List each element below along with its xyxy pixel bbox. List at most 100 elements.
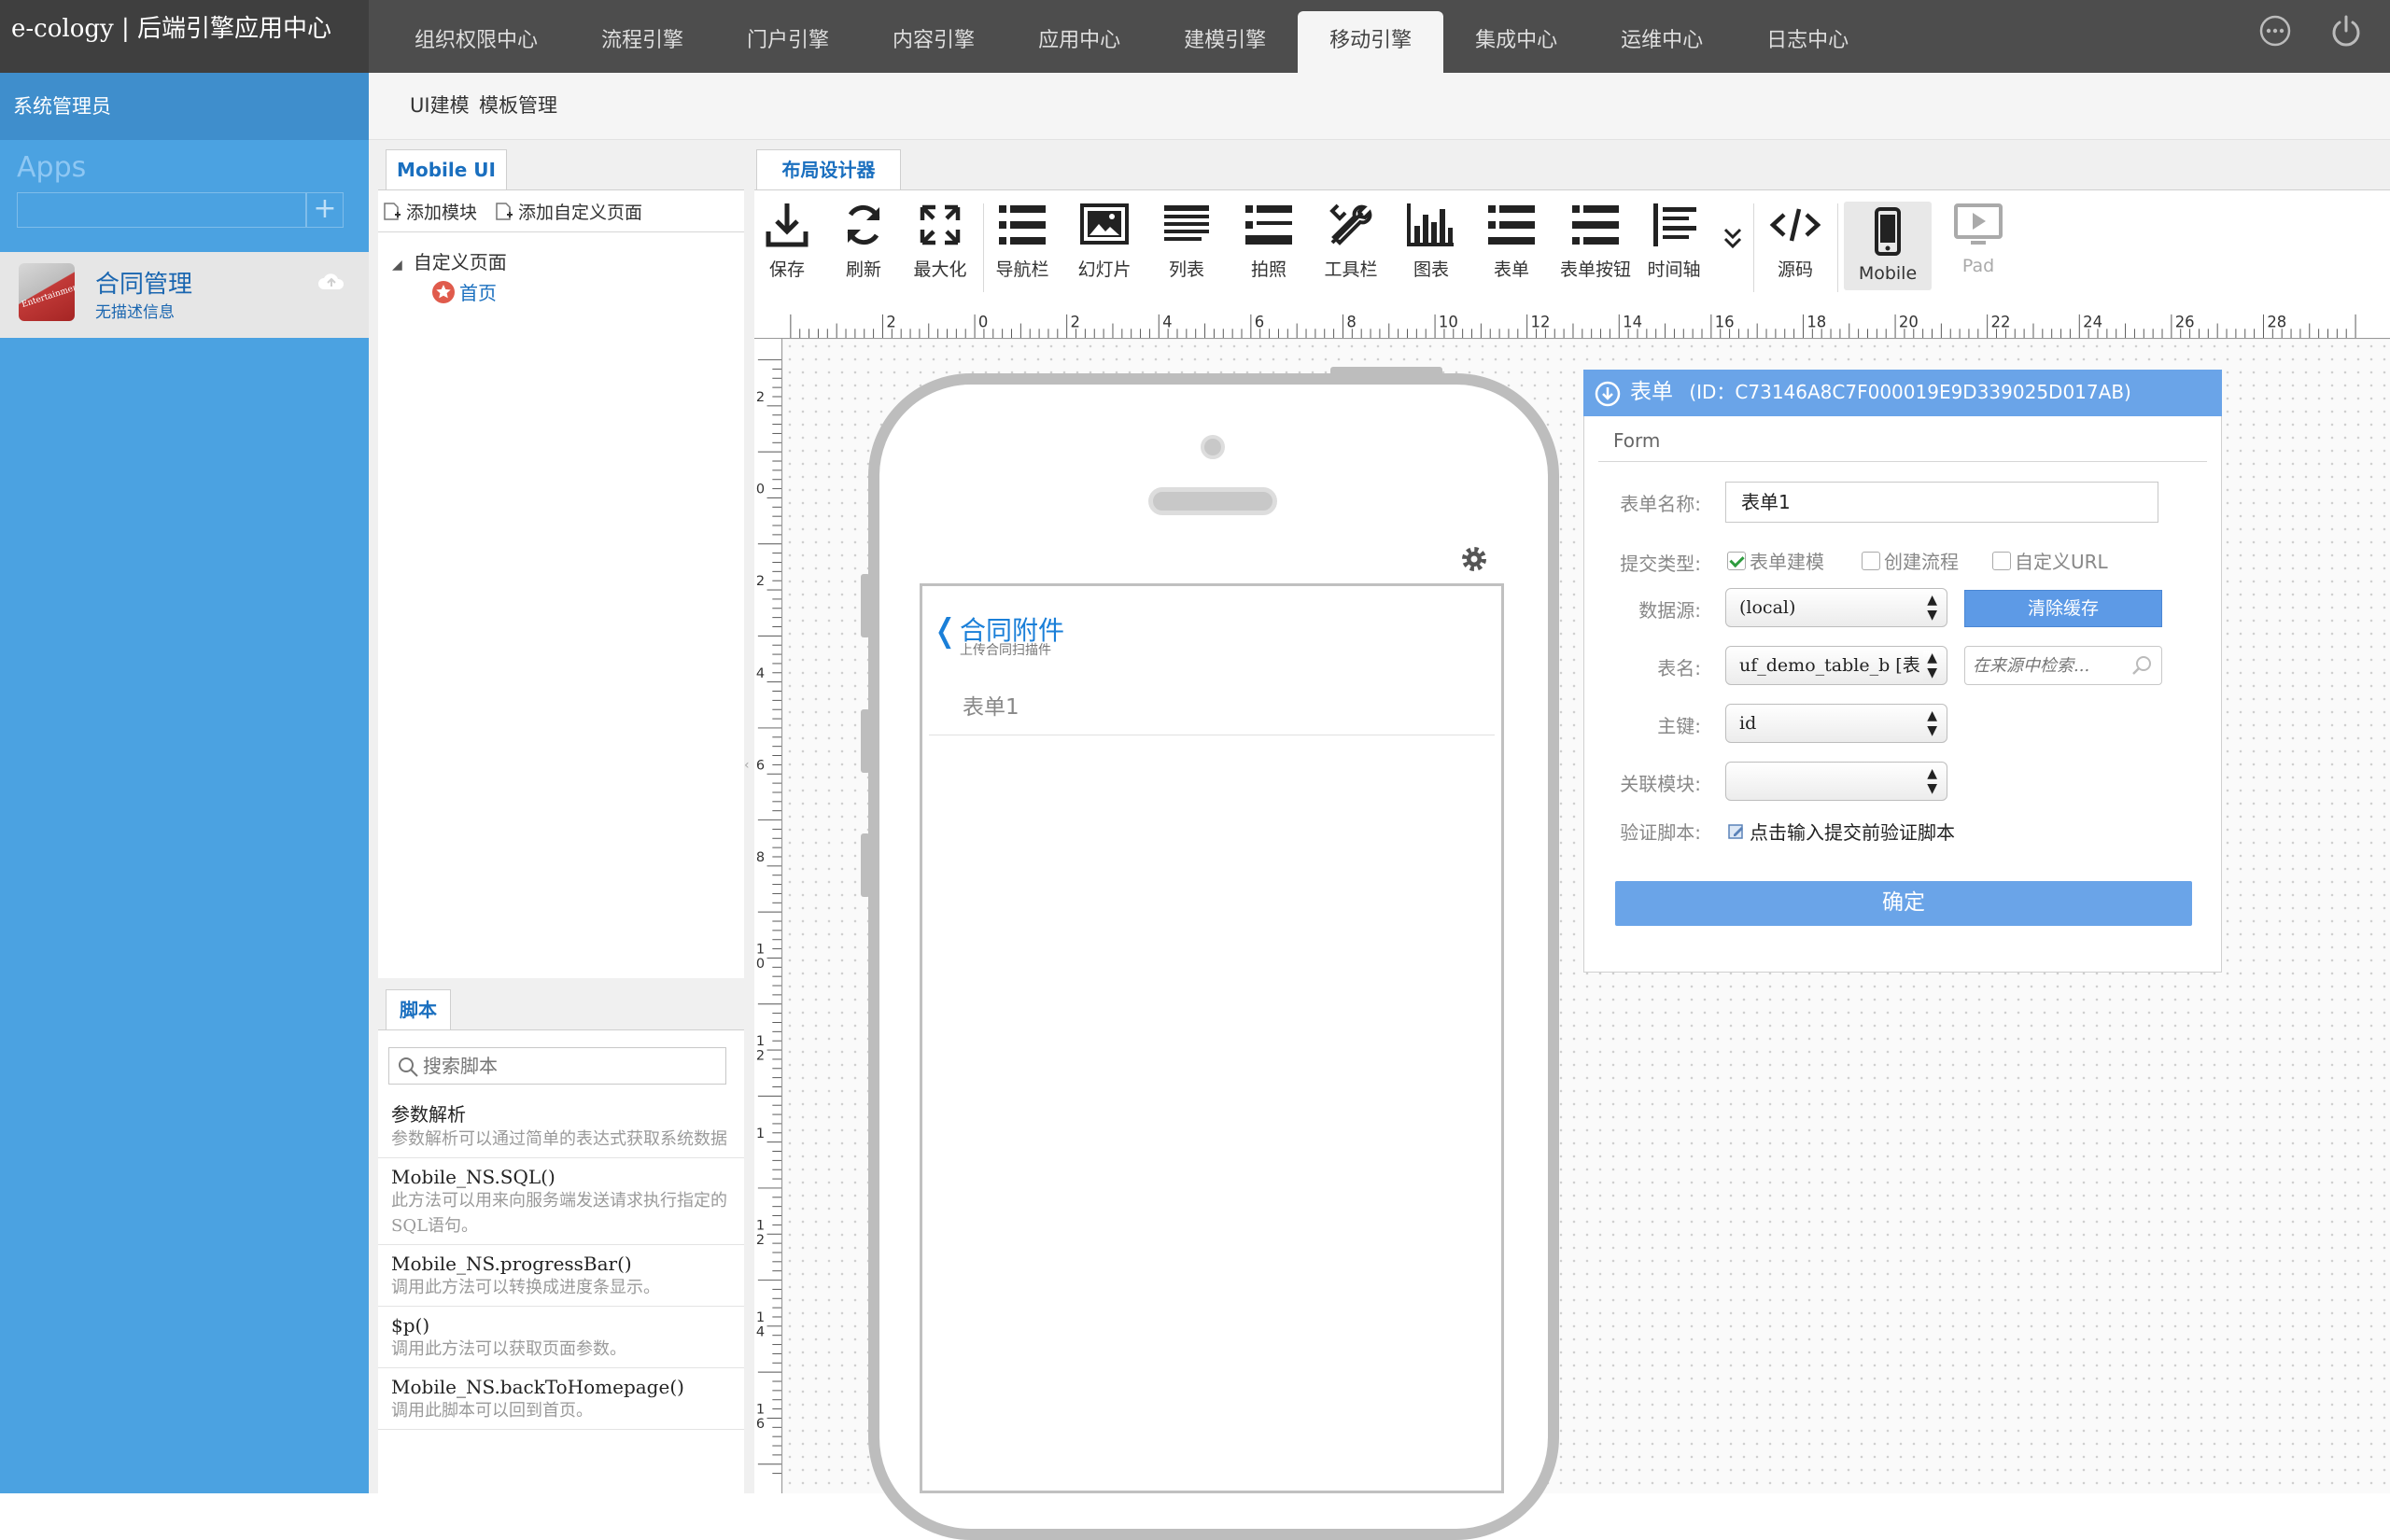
ruler-label: 12	[1531, 313, 1551, 330]
script-item[interactable]: Mobile_NS.backToHomepage() 调用此脚本可以回到首页。	[378, 1368, 744, 1430]
tool-label: 表单	[1493, 259, 1529, 280]
pad-view-button[interactable]: Pad	[1946, 200, 2011, 276]
form-component[interactable]: 表单	[1479, 200, 1544, 281]
list-component[interactable]: 列表	[1154, 200, 1219, 281]
select-arrow-icon: ▲ ▼	[1927, 766, 1937, 796]
add-module-button[interactable]: 添加模块	[382, 199, 477, 224]
toolbar-component[interactable]: 工具栏	[1318, 200, 1384, 281]
submit-type-form-modeling[interactable]: 表单建模	[1727, 547, 1824, 574]
tool-label: 保存	[768, 259, 805, 280]
clear-cache-button[interactable]: 清除缓存	[1964, 590, 2162, 627]
nav-tab-modeling[interactable]: 建模引擎	[1152, 11, 1298, 73]
nav-tab-ops[interactable]: 运维中心	[1589, 11, 1735, 73]
phone-side-button	[861, 574, 870, 637]
primary-key-select[interactable]: id ▲ ▼	[1725, 704, 1947, 743]
table-name-select[interactable]: uf_demo_table_b [表 ▲ ▼	[1725, 646, 1947, 685]
search-icon[interactable]	[2131, 654, 2154, 677]
back-icon[interactable]: ❬	[932, 612, 959, 650]
ruler-label: 2	[756, 574, 765, 589]
photo-component[interactable]: 拍照	[1236, 200, 1301, 281]
verify-script-label: 验证脚本:	[1620, 821, 1701, 844]
script-description: 调用此方法可以获取页面参数。	[391, 1339, 626, 1359]
confirm-button[interactable]: 确定	[1615, 881, 2192, 926]
nav-tab-log[interactable]: 日志中心	[1735, 11, 1880, 73]
download-icon	[766, 203, 808, 247]
script-item[interactable]: Mobile_NS.SQL() 此方法可以用来向服务端发送请求执行指定的SQL语句…	[378, 1158, 744, 1245]
nav-tab-workflow[interactable]: 流程引擎	[569, 11, 715, 73]
app-name: 合同管理	[95, 271, 193, 299]
save-button[interactable]: 保存	[754, 200, 820, 281]
collapse-handle-icon[interactable]: ‹	[744, 758, 752, 775]
script-item[interactable]: 参数解析 参数解析可以通过简单的表达式获取系统数据	[378, 1092, 744, 1158]
ruler-label: 6	[756, 758, 765, 773]
collapse-down-icon[interactable]	[1595, 381, 1621, 407]
select-arrow-icon: ▲ ▼	[1927, 708, 1937, 738]
select-value: (local)	[1739, 597, 1796, 618]
refresh-button[interactable]: 刷新	[831, 200, 896, 281]
ruler-label: 2	[1071, 313, 1080, 330]
tree-node-home[interactable]: 首页	[431, 278, 497, 305]
phone-camera	[1201, 435, 1225, 459]
screen-form-block[interactable]: 表单1	[929, 681, 1495, 735]
properties-header[interactable]: 表单 (ID：C73146A8C7F000019E9D339025D017AB)	[1583, 370, 2222, 416]
tab-mobile-ui[interactable]: Mobile UI	[386, 149, 507, 190]
checkbox[interactable]	[1862, 551, 1880, 570]
mobile-icon	[1875, 207, 1901, 256]
verify-script-link[interactable]: 点击输入提交前验证脚本	[1727, 818, 1955, 845]
more-icon[interactable]	[2257, 13, 2293, 49]
navbar-icon	[999, 205, 1046, 245]
form-button-component[interactable]: 表单按钮	[1554, 200, 1638, 281]
tree-expand-icon[interactable]: ◢	[392, 258, 402, 273]
more-components-button[interactable]	[1714, 224, 1751, 258]
mobile-view-button[interactable]: Mobile	[1844, 202, 1932, 290]
toolbar-separator	[1837, 203, 1838, 292]
nav-tab-mobile[interactable]: 移动引擎	[1298, 11, 1444, 73]
tool-label: 导航栏	[995, 259, 1049, 280]
power-icon[interactable]	[2328, 13, 2364, 49]
app-list-item[interactable]: Entertainment 合同管理 无描述信息	[0, 252, 369, 338]
nav-tab-portal[interactable]: 门户引擎	[715, 11, 861, 73]
nav-tab-integration[interactable]: 集成中心	[1443, 11, 1589, 73]
source-code-button[interactable]: 源码	[1763, 200, 1828, 281]
edit-script-icon	[1728, 823, 1743, 839]
slideshow-component[interactable]: 幻灯片	[1072, 200, 1137, 281]
tab-scripts[interactable]: 脚本	[386, 989, 451, 1030]
chart-component[interactable]: 图表	[1399, 200, 1464, 281]
datasource-select[interactable]: (local) ▲ ▼	[1725, 588, 1947, 627]
ruler-label: 4	[756, 666, 765, 681]
table-search-input[interactable]	[1973, 652, 2122, 679]
apps-search-input[interactable]	[17, 192, 306, 228]
subnav-template-manage[interactable]: 模板管理	[479, 73, 557, 138]
submit-type-create-workflow[interactable]: 创建流程	[1862, 547, 1959, 574]
submit-type-label: 提交类型:	[1620, 553, 1701, 575]
ruler-label: 24	[2083, 313, 2102, 330]
add-custom-page-label: 添加自定义页面	[518, 203, 643, 223]
add-custom-page-button[interactable]: 添加自定义页面	[494, 199, 642, 224]
add-app-button[interactable]: +	[306, 192, 344, 228]
submit-type-custom-url[interactable]: 自定义URL	[1992, 547, 2108, 574]
tree-node-custom-pages[interactable]: ◢ 自定义页面	[392, 247, 507, 274]
navbar-component[interactable]: 导航栏	[990, 200, 1055, 281]
form-name-input[interactable]: 表单1	[1725, 482, 2158, 523]
expand-more-icon	[1723, 228, 1742, 249]
screen-subtitle: 上传合同扫描件	[960, 643, 1051, 658]
maximize-button[interactable]: 最大化	[907, 200, 973, 281]
nav-tab-org[interactable]: 组织权限中心	[383, 11, 569, 73]
script-search-input[interactable]	[423, 1052, 712, 1080]
cloud-upload-icon[interactable]	[317, 271, 345, 293]
nav-tab-content[interactable]: 内容引擎	[861, 11, 1006, 73]
subnav-ui-modeling[interactable]: UI建模	[410, 73, 470, 138]
ruler-label: 0	[978, 313, 988, 330]
script-item[interactable]: $p() 调用此方法可以获取页面参数。	[378, 1307, 744, 1368]
related-module-select[interactable]: ▲ ▼	[1725, 762, 1947, 801]
checkbox[interactable]	[1992, 551, 2011, 570]
tab-layout-designer[interactable]: 布局设计器	[756, 149, 901, 190]
select-arrow-icon: ▲ ▼	[1927, 593, 1937, 623]
gear-icon[interactable]	[1458, 543, 1490, 575]
timeline-component[interactable]: 时间轴	[1641, 200, 1707, 281]
ruler-label: 14	[1623, 313, 1642, 330]
nav-tab-apps[interactable]: 应用中心	[1006, 11, 1152, 73]
checkbox[interactable]	[1727, 551, 1746, 570]
script-item[interactable]: Mobile_NS.progressBar() 调用此方法可以转换成进度条显示。	[378, 1245, 744, 1307]
select-value: id	[1739, 713, 1757, 734]
